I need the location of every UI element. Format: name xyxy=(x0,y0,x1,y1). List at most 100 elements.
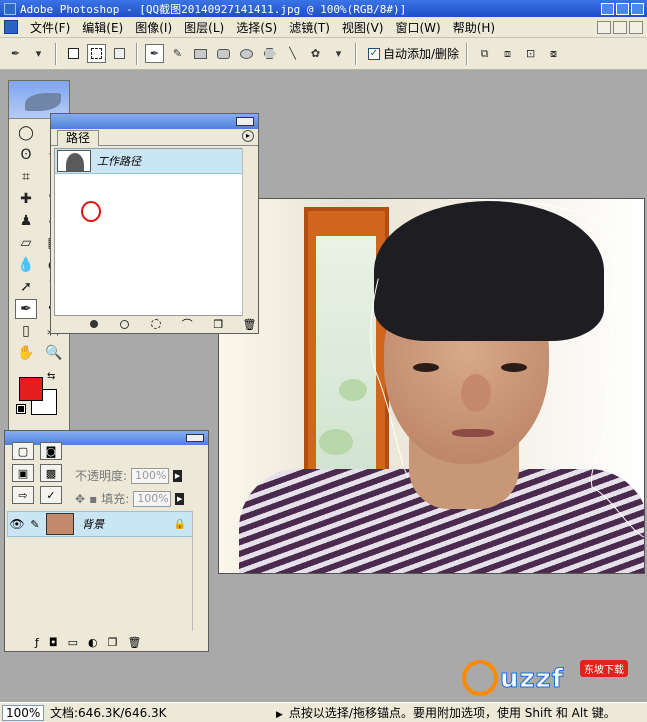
clone-stamp-tool-icon[interactable]: ♟ xyxy=(15,211,37,231)
layer-name: 背景 xyxy=(82,518,104,531)
screen-mode-full-button[interactable]: ▩ xyxy=(40,464,62,482)
close-button[interactable] xyxy=(631,2,644,15)
fill-path-button[interactable] xyxy=(85,317,102,331)
toolbox-mode-buttons: ▢ ◙ ▣ ▩ ⇨ ✓ xyxy=(12,442,64,504)
status-hint-text: 点按以选择/拖移锚点。要用附加选项，使用 Shift 和 Alt 键。 xyxy=(288,706,616,720)
fill-slider-arrow-icon[interactable]: ▶ xyxy=(175,492,185,505)
menu-window[interactable]: 窗口(W) xyxy=(389,19,446,36)
marquee-tool-icon[interactable]: ◯ xyxy=(15,123,37,143)
new-layer-button[interactable]: ❐ xyxy=(108,636,118,649)
layer-row-background[interactable]: 👁 ✎ 背景 🔒 xyxy=(7,511,193,537)
divider xyxy=(55,42,57,65)
standard-mode-button[interactable]: ▢ xyxy=(12,442,34,460)
menu-help[interactable]: 帮助(H) xyxy=(447,19,501,36)
opacity-slider-arrow-icon[interactable]: ▶ xyxy=(173,469,183,482)
menu-edit[interactable]: 编辑(E) xyxy=(76,19,129,36)
doc-restore-button[interactable] xyxy=(613,20,627,34)
document-size-info[interactable]: 文档:646.3K/646.3K xyxy=(50,704,256,721)
polygon-shape-button[interactable] xyxy=(260,44,279,63)
jump-to-imageready-button[interactable]: ⇨ xyxy=(12,486,34,504)
quick-mask-mode-button[interactable]: ◙ xyxy=(40,442,62,460)
stroke-path-button[interactable] xyxy=(116,317,133,331)
new-set-button[interactable]: ▭ xyxy=(68,636,78,649)
status-bar: 100% 文档:646.3K/646.3K ▶ 点按以选择/拖移锚点。要用附加选项… xyxy=(0,702,647,722)
rectangle-shape-button[interactable] xyxy=(191,44,210,63)
healing-brush-tool-icon[interactable]: ✚ xyxy=(15,189,37,209)
foreground-color-swatch[interactable] xyxy=(19,377,43,401)
zoom-level-field[interactable]: 100% xyxy=(2,704,44,721)
watermark-text: uzzf xyxy=(499,664,565,695)
pen-tool-preset-icon[interactable]: ✒ xyxy=(6,44,25,63)
add-path-area-button[interactable]: ⧉ xyxy=(475,44,494,63)
paths-panel-footer: ⌒ ❐ 🗑 xyxy=(51,315,258,333)
paths-scrollbar[interactable] xyxy=(242,148,256,316)
menu-view[interactable]: 视图(V) xyxy=(336,19,390,36)
layer-style-button[interactable]: ƒ xyxy=(35,636,39,649)
fill-label: 填充: xyxy=(101,492,130,506)
minimize-button[interactable] xyxy=(601,2,614,15)
layer-mask-button[interactable]: ◘ xyxy=(49,636,58,649)
load-path-as-selection-button[interactable] xyxy=(147,317,164,331)
fill-input[interactable]: 100% xyxy=(133,490,172,507)
panel-menu-arrow-icon[interactable]: ▸ xyxy=(242,130,254,142)
screen-mode-standard-button[interactable]: ▣ xyxy=(12,464,34,482)
menu-layer[interactable]: 图层(L) xyxy=(178,19,230,36)
exclude-path-area-button[interactable]: ⧇ xyxy=(544,44,563,63)
color-swatches: ⇆ xyxy=(9,371,69,419)
menu-filter[interactable]: 滤镜(T) xyxy=(283,19,336,36)
menu-select[interactable]: 选择(S) xyxy=(230,19,283,36)
line-shape-button[interactable]: ╲ xyxy=(283,44,302,63)
menu-image[interactable]: 图像(I) xyxy=(129,19,178,36)
layers-scrollbar[interactable] xyxy=(192,511,206,631)
paths-mode-button[interactable] xyxy=(87,44,106,63)
eraser-tool-icon[interactable]: ▱ xyxy=(15,233,37,253)
shape-dropdown-icon[interactable]: ▾ xyxy=(329,44,348,63)
status-arrow-icon[interactable]: ▶ xyxy=(276,710,283,720)
screen-mode-fullscreen-button[interactable]: ✓ xyxy=(40,486,62,504)
opacity-input[interactable]: 100% xyxy=(131,467,170,484)
lasso-tool-icon[interactable]: ʘ xyxy=(15,145,37,165)
paths-panel-tabs: 路径 ▸ xyxy=(51,129,258,146)
custom-shape-button[interactable]: ✿ xyxy=(306,44,325,63)
intersect-path-area-button[interactable]: ⊡ xyxy=(521,44,540,63)
freeform-pen-button[interactable]: ✎ xyxy=(168,44,187,63)
zoom-tool-icon[interactable]: 🔍 xyxy=(43,343,65,363)
menu-file[interactable]: 文件(F) xyxy=(24,19,76,36)
panel-minimize-button[interactable] xyxy=(236,117,254,126)
lock-all-icon[interactable]: ▪ xyxy=(89,492,97,506)
visibility-eye-icon[interactable]: 👁 xyxy=(8,512,26,536)
document-canvas[interactable] xyxy=(218,198,645,574)
path-row-work-path[interactable]: 工作路径 xyxy=(55,149,243,174)
lock-position-icon[interactable]: ✥ xyxy=(75,492,85,506)
notes-tool-icon[interactable]: ▯ xyxy=(15,321,37,341)
tab-paths[interactable]: 路径 xyxy=(57,130,100,146)
default-colors-icon[interactable] xyxy=(16,404,26,414)
blur-tool-icon[interactable]: 💧 xyxy=(15,255,37,275)
ellipse-shape-button[interactable] xyxy=(237,44,256,63)
pen-tool-icon[interactable]: ✒ xyxy=(15,299,37,319)
preset-dropdown-icon[interactable]: ▾ xyxy=(29,44,48,63)
subtract-path-area-button[interactable]: ⧈ xyxy=(498,44,517,63)
doc-close-button[interactable] xyxy=(629,20,643,34)
doc-minimize-button[interactable] xyxy=(597,20,611,34)
paths-panel-titlebar[interactable] xyxy=(51,114,258,129)
pen-tool-button[interactable]: ✒ xyxy=(145,44,164,63)
hand-tool-icon[interactable]: ✋ xyxy=(15,343,37,363)
delete-layer-button[interactable]: 🗑 xyxy=(127,636,141,649)
adjustment-layer-button[interactable]: ◐ xyxy=(88,636,98,649)
path-selection-tool-icon[interactable]: ➚ xyxy=(15,277,37,297)
panel-minimize-button[interactable] xyxy=(186,434,204,442)
make-work-path-button[interactable]: ⌒ xyxy=(179,317,196,331)
new-path-button[interactable]: ❐ xyxy=(210,317,227,331)
opacity-label: 不透明度: xyxy=(75,469,128,483)
shape-layers-button[interactable] xyxy=(64,44,83,63)
swap-colors-icon[interactable]: ⇆ xyxy=(47,371,55,382)
checkbox-check-icon[interactable]: ✓ xyxy=(368,47,380,60)
delete-path-button[interactable]: 🗑 xyxy=(241,317,258,331)
crop-tool-icon[interactable]: ⌗ xyxy=(15,167,37,187)
document-icon[interactable] xyxy=(4,20,18,34)
maximize-button[interactable] xyxy=(616,2,629,15)
auto-add-delete-checkbox[interactable]: ✓ 自动添加/删除 xyxy=(368,45,459,62)
rounded-rectangle-button[interactable] xyxy=(214,44,233,63)
fill-pixels-button[interactable] xyxy=(110,44,129,63)
